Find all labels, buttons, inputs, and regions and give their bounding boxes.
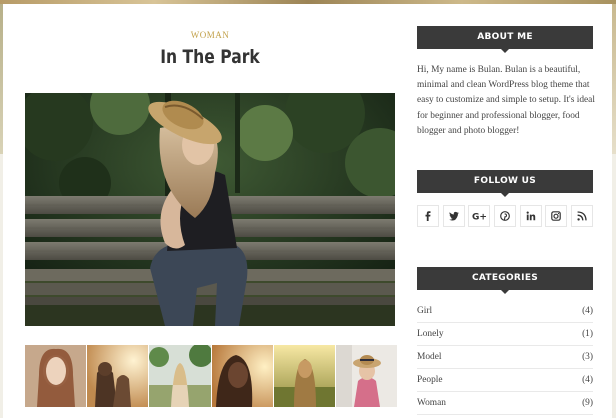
page-content: WOMAN In The Park ABOUT ME Hi, My name i…: [3, 4, 612, 418]
follow-widget-title: FOLLOW US: [417, 170, 593, 197]
category-item-model[interactable]: Model (3): [417, 346, 593, 369]
category-count: (3): [582, 352, 593, 362]
category-name[interactable]: Lonely: [417, 329, 444, 339]
gallery-thumb-portrait-redhead[interactable]: [25, 345, 87, 407]
category-count: (1): [582, 329, 593, 339]
category-count: (9): [582, 398, 593, 408]
related-gallery: [25, 345, 398, 407]
linkedin-icon[interactable]: [519, 205, 542, 227]
category-list: Girl (4) Lonely (1) Model (3) People (4)…: [417, 300, 593, 415]
gallery-thumb-girl-sunset-field[interactable]: [273, 345, 335, 407]
rss-icon[interactable]: [570, 205, 593, 227]
category-count: (4): [582, 375, 593, 385]
facebook-icon[interactable]: [417, 205, 439, 227]
background-edge-right: [612, 4, 616, 154]
gallery-thumb-girl-field[interactable]: [149, 345, 211, 407]
featured-image[interactable]: [25, 93, 395, 326]
category-count: (4): [582, 306, 593, 316]
category-item-lonely[interactable]: Lonely (1): [417, 323, 593, 346]
category-name[interactable]: Girl: [417, 306, 432, 316]
twitter-icon[interactable]: [442, 205, 465, 227]
category-item-woman[interactable]: Woman (9): [417, 392, 593, 415]
about-widget-title: ABOUT ME: [417, 26, 593, 53]
svg-text:G+: G+: [472, 213, 486, 222]
category-name[interactable]: Woman: [417, 398, 446, 408]
post-title[interactable]: In The Park: [58, 46, 361, 68]
post-category-link[interactable]: WOMAN: [25, 30, 395, 40]
category-name[interactable]: People: [417, 375, 443, 385]
social-icons: G+: [417, 205, 593, 227]
pinterest-icon[interactable]: [493, 205, 516, 227]
instagram-icon[interactable]: [545, 205, 568, 227]
about-text: Hi, My name is Bulan. Bulan is a beautif…: [417, 65, 595, 136]
category-item-people[interactable]: People (4): [417, 369, 593, 392]
gallery-thumb-woman-sunset[interactable]: [211, 345, 273, 407]
gallery-thumb-couple-sunset[interactable]: [87, 345, 149, 407]
categories-widget-title: CATEGORIES: [417, 267, 593, 294]
category-name[interactable]: Model: [417, 352, 441, 362]
category-item-girl[interactable]: Girl (4): [417, 300, 593, 323]
google-plus-icon[interactable]: G+: [468, 205, 491, 227]
gallery-thumb-girl-straw-hat[interactable]: [335, 345, 398, 407]
